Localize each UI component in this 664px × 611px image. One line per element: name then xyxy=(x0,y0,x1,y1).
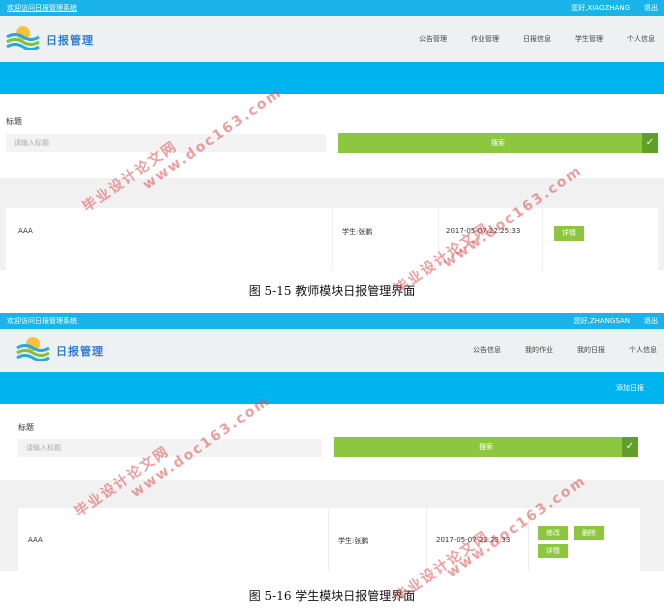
caption-fig-5-15: 图 5-15 教师模块日报管理界面 xyxy=(248,284,416,298)
nav-daily-info[interactable]: 日报信息 xyxy=(506,34,558,44)
header: 日报管理 公告管理 作业管理 日报信息 学生管理 个人信息 xyxy=(0,16,664,62)
nav-notice-info[interactable]: 公告信息 xyxy=(456,345,508,355)
logo-wave-icon xyxy=(6,26,40,51)
welcome-link[interactable]: 欢迎访问日报管理系统 xyxy=(7,3,77,13)
check-icon: ✓ xyxy=(622,437,638,457)
user-greeting[interactable]: 您好,XIAOZHANG xyxy=(571,3,630,13)
blue-banner xyxy=(0,62,664,94)
check-icon: ✓ xyxy=(642,133,658,153)
nav-student-manage[interactable]: 学生管理 xyxy=(558,34,610,44)
table-row: AAA 学生:张鹏 2017-05-07 22:25:33 详情 xyxy=(6,208,658,270)
student-screenshot: 欢迎访问日报管理系统 您好,ZHANGSAN 退出 日报管理 公告信息 我的作业… xyxy=(0,313,664,571)
nav-notice-manage[interactable]: 公告管理 xyxy=(402,34,454,44)
cell-divider xyxy=(426,508,427,571)
nav-my-homework[interactable]: 我的作业 xyxy=(508,345,560,355)
nav-personal-info[interactable]: 个人信息 xyxy=(610,34,662,44)
logo-wave-icon xyxy=(16,337,50,362)
teacher-screenshot: 欢迎访问日报管理系统 您好,XIAOZHANG 退出 日报管理 公告管理 作业管… xyxy=(0,0,664,270)
cell-divider xyxy=(328,508,329,571)
logo[interactable]: 日报管理 xyxy=(6,24,102,54)
top-bar: 欢迎访问日报管理系统 您好,ZHANGSAN 退出 xyxy=(0,313,664,329)
detail-button[interactable]: 详情 xyxy=(538,544,568,558)
search-button[interactable]: 搜索 ✓ xyxy=(334,437,638,457)
top-bar: 欢迎访问日报管理系统 您好,XIAOZHANG 退出 xyxy=(0,0,664,16)
cell-divider xyxy=(332,208,333,270)
edit-button[interactable]: 修改 xyxy=(538,526,568,540)
blue-banner: 添加日报 xyxy=(0,372,664,404)
search-button-label: 搜索 xyxy=(479,443,493,451)
caption-fig-5-16: 图 5-16 学生模块日报管理界面 xyxy=(248,589,416,603)
nav-homework-manage[interactable]: 作业管理 xyxy=(454,34,506,44)
logo-text: 日报管理 xyxy=(56,345,104,358)
main-nav: 公告管理 作业管理 日报信息 学生管理 个人信息 xyxy=(402,34,662,44)
row-title: AAA xyxy=(18,227,33,235)
logout-link[interactable]: 退出 xyxy=(644,316,658,326)
header: 日报管理 公告信息 我的作业 我的日报 个人信息 xyxy=(0,329,664,372)
search-label: 标题 xyxy=(6,117,22,126)
row-student: 学生:张鹏 xyxy=(342,228,373,236)
user-greeting[interactable]: 您好,ZHANGSAN xyxy=(574,316,630,326)
row-title: AAA xyxy=(28,536,43,544)
detail-button[interactable]: 详情 xyxy=(554,226,584,241)
nav-my-daily[interactable]: 我的日报 xyxy=(560,345,612,355)
main-nav: 公告信息 我的作业 我的日报 个人信息 xyxy=(456,345,664,355)
logout-link[interactable]: 退出 xyxy=(644,3,658,13)
logo[interactable]: 日报管理 xyxy=(16,335,112,365)
search-label: 标题 xyxy=(18,423,34,432)
row-student: 学生:张鹏 xyxy=(338,537,369,545)
logo-text: 日报管理 xyxy=(46,34,94,47)
table-row: AAA 学生:张鹏 2017-05-07 22:25:33 修改 删除 详情 xyxy=(18,508,640,571)
search-button[interactable]: 搜索 ✓ xyxy=(338,133,658,153)
nav-personal-info[interactable]: 个人信息 xyxy=(612,345,664,355)
search-button-label: 搜索 xyxy=(491,139,505,147)
delete-button[interactable]: 删除 xyxy=(574,526,604,540)
cell-divider xyxy=(542,208,543,270)
add-daily-button[interactable]: 添加日报 xyxy=(616,383,644,393)
welcome-link[interactable]: 欢迎访问日报管理系统 xyxy=(7,316,77,326)
